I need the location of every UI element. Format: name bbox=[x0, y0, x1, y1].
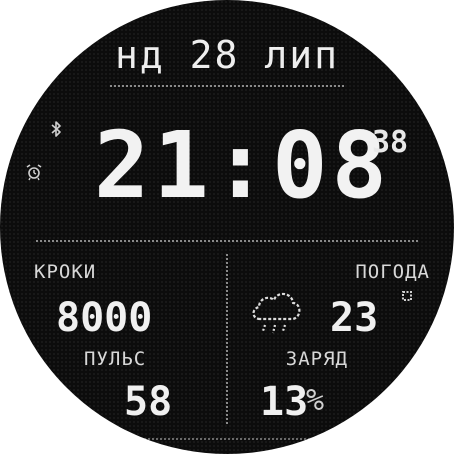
weather-label: ПОГОДА bbox=[355, 261, 430, 283]
middle-divider bbox=[36, 240, 418, 242]
pulse-value[interactable]: 58 bbox=[124, 382, 172, 422]
battery-label: ЗАРЯД bbox=[285, 348, 348, 370]
degree-icon bbox=[401, 289, 413, 307]
seconds-display: 38 bbox=[372, 125, 409, 160]
date-display: нд 28 лип bbox=[115, 33, 339, 77]
time-display: 21:08 bbox=[94, 112, 391, 219]
battery-percent-sign: % bbox=[306, 383, 325, 418]
bottom-divider bbox=[120, 438, 334, 440]
vertical-divider bbox=[226, 254, 228, 424]
pulse-label: ПУЛЬС bbox=[84, 348, 147, 370]
top-divider bbox=[110, 85, 344, 87]
steps-label: КРОКИ bbox=[34, 261, 97, 283]
watch-face: нд 28 лип 21:08 38 КРОКИ 8000 ПУЛЬС 58 П… bbox=[0, 0, 454, 454]
battery-value[interactable]: 13 bbox=[260, 382, 308, 422]
rain-cloud-icon[interactable] bbox=[248, 285, 304, 342]
alarm-icon bbox=[25, 163, 43, 186]
steps-value[interactable]: 8000 bbox=[56, 298, 152, 338]
bluetooth-icon bbox=[50, 121, 62, 142]
weather-temperature[interactable]: 23 bbox=[330, 298, 378, 338]
